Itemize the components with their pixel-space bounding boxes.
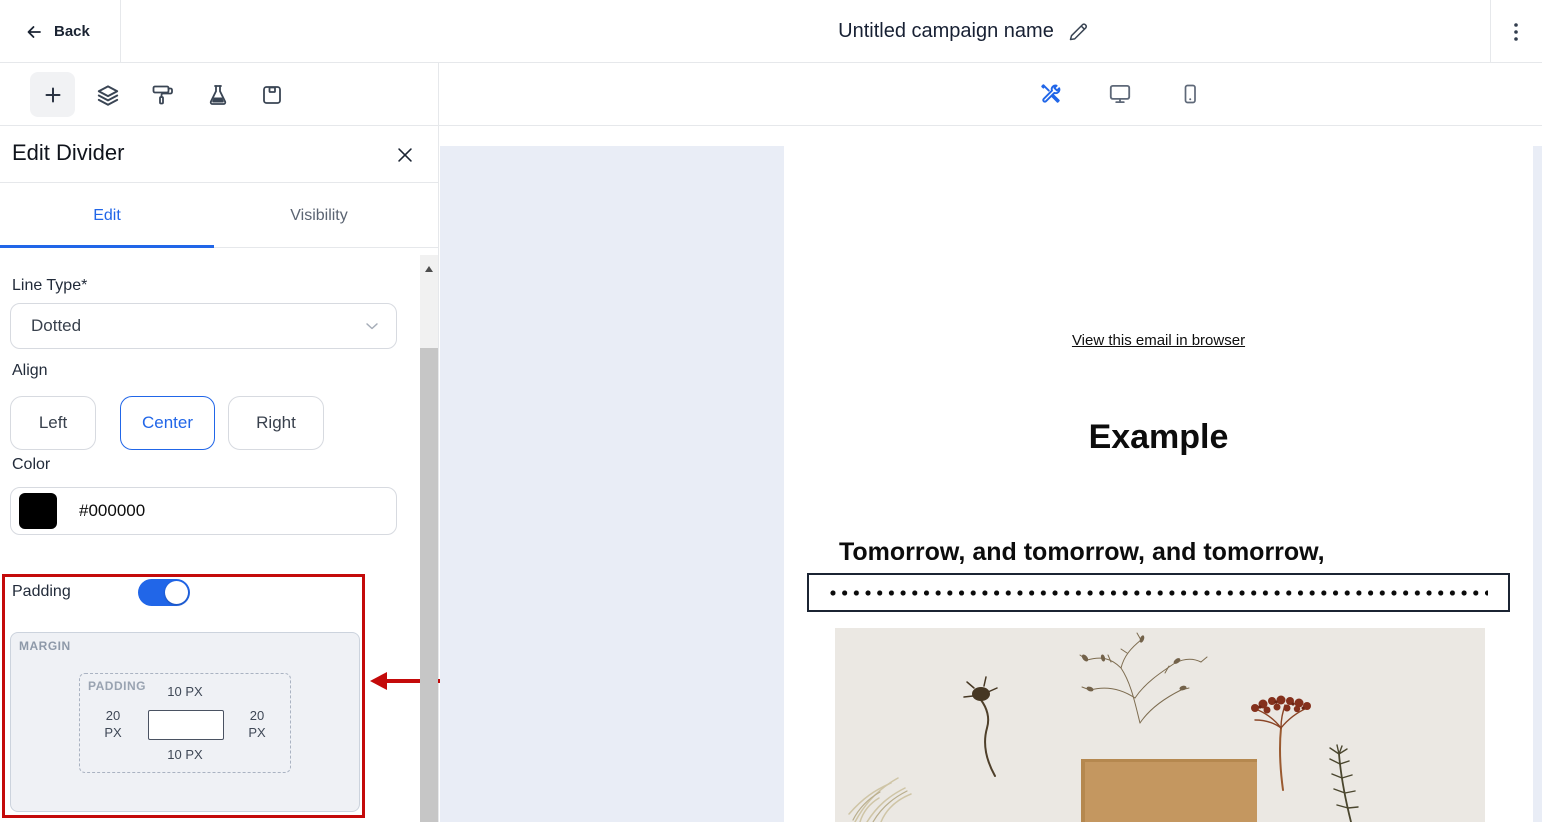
mobile-preview-icon xyxy=(1178,82,1202,106)
padding-left-number: 20 xyxy=(98,707,128,724)
layers-icon[interactable] xyxy=(86,63,130,126)
header-divider-right xyxy=(1490,0,1491,63)
preview-canvas: View this email in browser Example Tomor… xyxy=(440,146,1542,822)
test-flask-icon[interactable] xyxy=(196,63,240,126)
kebab-menu-icon[interactable] xyxy=(1498,16,1534,48)
scrollbar-up-arrow[interactable] xyxy=(425,266,433,272)
add-block-button[interactable] xyxy=(30,72,75,117)
edit-title-pencil-icon[interactable] xyxy=(1066,20,1090,44)
color-field[interactable]: #000000 xyxy=(10,487,397,535)
email-image-dried-flowers[interactable] xyxy=(835,628,1485,822)
margin-box: MARGIN PADDING 10 PX 20 PX 20 PX 10 PX xyxy=(10,632,360,812)
padding-left-unit: PX xyxy=(98,724,128,741)
panel-scrollbar-thumb[interactable] xyxy=(420,348,438,822)
view-in-browser-link[interactable]: View this email in browser xyxy=(784,332,1533,349)
padding-top-value: 10 PX xyxy=(80,683,290,700)
email-body: View this email in browser Example Tomor… xyxy=(784,146,1533,822)
build-tools-icon xyxy=(1039,82,1063,106)
email-heading[interactable]: Tomorrow, and tomorrow, and tomorrow, xyxy=(839,538,1325,567)
panel-border xyxy=(438,63,439,822)
padding-right-number: 20 xyxy=(242,707,272,724)
email-title[interactable]: Example xyxy=(784,418,1533,457)
tab-visibility[interactable]: Visibility xyxy=(214,183,424,248)
color-label: Color xyxy=(12,456,50,474)
header-divider-left xyxy=(120,0,121,63)
back-arrow-icon xyxy=(24,22,44,42)
line-type-label: Line Type* xyxy=(12,277,87,295)
email-builder-app: Back Untitled campaign name xyxy=(0,0,1542,822)
top-bar: Back Untitled campaign name xyxy=(0,0,1542,63)
tab-edit[interactable]: Edit xyxy=(0,183,214,248)
margin-box-label: MARGIN xyxy=(19,639,71,653)
panel-tabs: Edit Visibility xyxy=(0,183,438,248)
chevron-down-icon xyxy=(362,316,382,336)
align-left-button[interactable]: Left xyxy=(10,396,96,450)
padding-bottom-value: 10 PX xyxy=(80,746,290,763)
padding-left-value: 20 PX xyxy=(98,707,128,741)
padding-right-unit: PX xyxy=(242,724,272,741)
line-type-select[interactable]: Dotted xyxy=(10,303,397,349)
padding-box: PADDING 10 PX 20 PX 20 PX 10 PX xyxy=(79,673,291,773)
save-icon[interactable] xyxy=(250,63,294,126)
mobile-preview-tab[interactable] xyxy=(1166,63,1214,124)
dotted-divider-line xyxy=(830,589,1488,597)
color-swatch[interactable] xyxy=(19,493,57,529)
annotation-arrow-head xyxy=(370,672,387,690)
padding-center-input[interactable] xyxy=(148,710,224,740)
plus-icon xyxy=(41,83,65,107)
toggle-knob xyxy=(165,581,188,604)
active-tab-underline xyxy=(0,245,214,248)
selected-divider-block[interactable] xyxy=(807,573,1510,612)
campaign-title-wrap: Untitled campaign name xyxy=(438,0,1490,63)
padding-right-value: 20 PX xyxy=(242,707,272,741)
panel-title: Edit Divider xyxy=(12,140,124,166)
edit-divider-panel: Edit Divider Edit Visibility Line Type* … xyxy=(0,126,438,822)
campaign-title: Untitled campaign name xyxy=(838,20,1054,43)
close-icon[interactable] xyxy=(392,142,418,168)
back-button[interactable]: Back xyxy=(24,0,90,63)
paint-roller-icon[interactable] xyxy=(141,63,185,126)
align-right-button[interactable]: Right xyxy=(228,396,324,450)
padding-toggle[interactable] xyxy=(138,579,190,606)
align-center-button[interactable]: Center xyxy=(120,396,215,450)
desktop-preview-tab[interactable] xyxy=(1096,63,1144,124)
panel-header: Edit Divider xyxy=(0,126,438,183)
color-value: #000000 xyxy=(79,501,145,521)
padding-label: Padding xyxy=(12,583,71,601)
align-label: Align xyxy=(12,362,48,380)
builder-toolbar xyxy=(0,63,1542,126)
line-type-value: Dotted xyxy=(31,316,81,336)
build-tools-tab[interactable] xyxy=(1027,63,1075,124)
desktop-preview-icon xyxy=(1107,81,1133,107)
back-label: Back xyxy=(54,23,90,40)
